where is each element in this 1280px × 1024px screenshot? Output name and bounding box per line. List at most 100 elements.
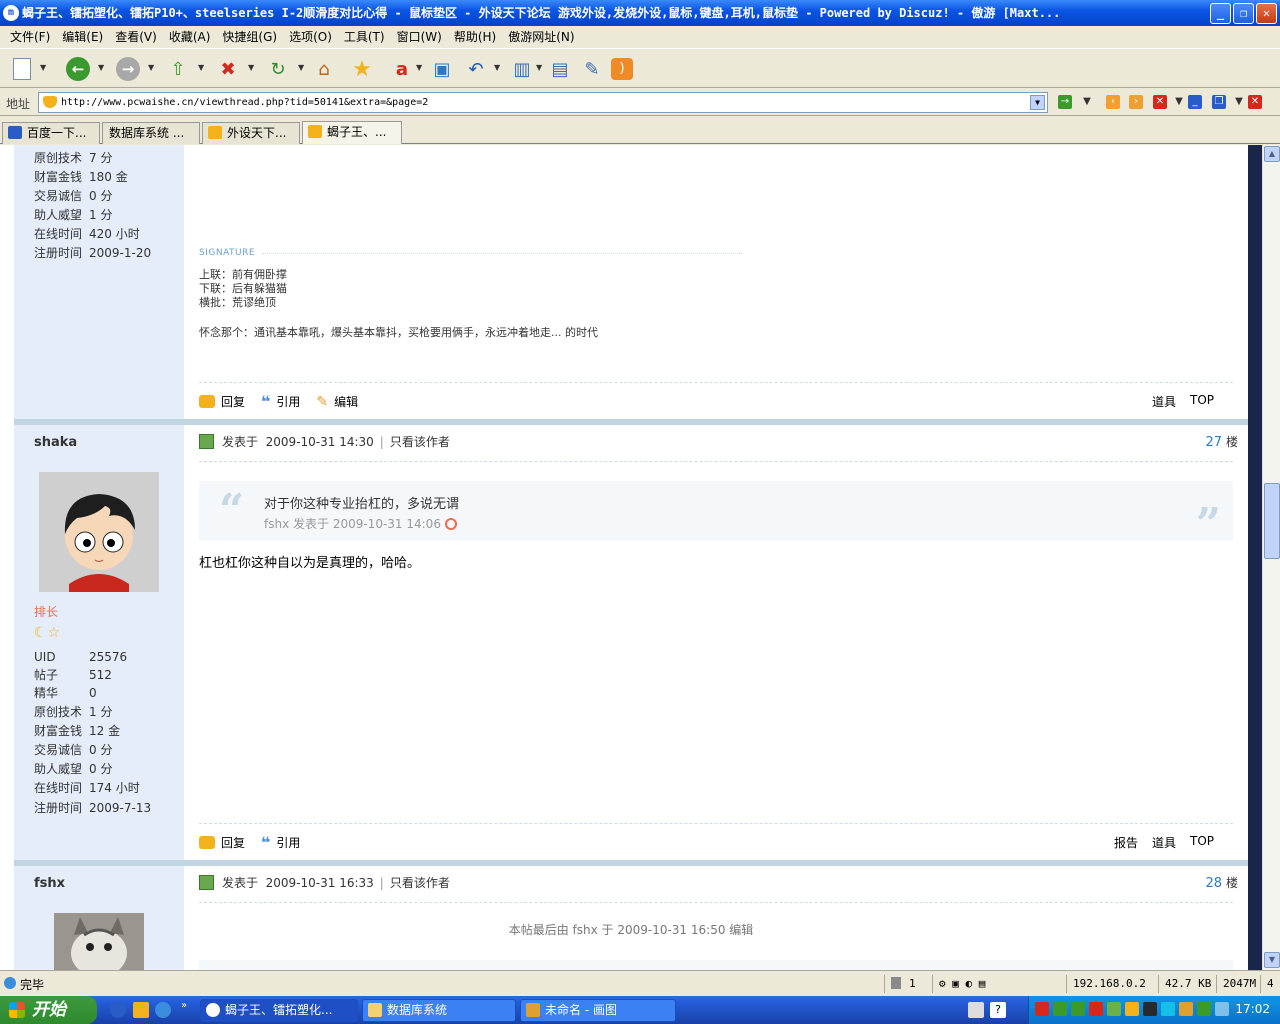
- quote-button[interactable]: ❝ 引用: [261, 392, 300, 411]
- close-tab-icon[interactable]: ✕: [1153, 95, 1167, 109]
- refresh-dropdown-icon[interactable]: ▼: [298, 63, 304, 72]
- quicklaunch-app-icon[interactable]: [133, 1002, 149, 1018]
- menu-quick-group[interactable]: 快捷组(G): [216, 28, 283, 45]
- ie-quicklaunch-icon[interactable]: [155, 1002, 171, 1018]
- start-button[interactable]: 开始: [0, 996, 97, 1024]
- quicklaunch-more-icon[interactable]: »: [181, 1000, 187, 1011]
- tray-security-icon[interactable]: [1035, 1002, 1049, 1016]
- menu-help[interactable]: 帮助(H): [448, 28, 502, 45]
- tray-antivirus-icon[interactable]: [1089, 1002, 1103, 1016]
- tab-current-thread[interactable]: 蝎子王、...: [302, 121, 402, 144]
- tools-icon[interactable]: ▥: [508, 55, 536, 83]
- notes-icon[interactable]: ✎: [578, 55, 606, 83]
- menu-file[interactable]: 文件(F): [4, 28, 56, 45]
- tray-nvidia-icon[interactable]: [1197, 1002, 1211, 1016]
- edit-button[interactable]: ✎ 编辑: [316, 393, 358, 410]
- url-input[interactable]: http://www.pcwaishe.cn/viewthread.php?ti…: [38, 92, 1048, 113]
- screenshot-icon[interactable]: ▣: [428, 55, 456, 83]
- top-link[interactable]: TOP: [1190, 834, 1214, 851]
- new-dropdown-icon[interactable]: ▼: [40, 63, 46, 72]
- translate-dropdown-icon[interactable]: ▼: [416, 63, 422, 72]
- vertical-scrollbar[interactable]: ▲ ▼: [1262, 145, 1280, 970]
- report-link[interactable]: 报告: [1114, 834, 1138, 851]
- tab-pcwaishe-forum[interactable]: 外设天下...: [202, 122, 300, 144]
- menu-tools[interactable]: 工具(T): [338, 28, 391, 45]
- only-author-link[interactable]: 只看该作者: [390, 876, 450, 890]
- quote-button[interactable]: ❝ 引用: [261, 833, 300, 852]
- task-browser[interactable]: 蝎子王、镭拓塑化...: [200, 999, 358, 1022]
- maxthon-quicklaunch-icon[interactable]: [110, 1002, 126, 1018]
- tray-app-icon[interactable]: [1107, 1002, 1121, 1016]
- tab-restore-dropdown-icon[interactable]: ▼: [1232, 95, 1246, 109]
- rss-icon[interactable]: ): [608, 55, 636, 83]
- tray-qq-icon[interactable]: [1161, 1002, 1175, 1016]
- undo-dropdown-icon[interactable]: ▼: [494, 63, 500, 72]
- reply-button[interactable]: 回复: [199, 834, 245, 851]
- undo-close-icon[interactable]: ↶: [462, 55, 490, 83]
- tray-shield-icon[interactable]: [1053, 1002, 1067, 1016]
- menu-edit[interactable]: 编辑(E): [56, 28, 109, 45]
- minimize-button[interactable]: _: [1210, 3, 1231, 24]
- close-button[interactable]: ✕: [1256, 3, 1277, 24]
- url-text[interactable]: http://www.pcwaishe.cn/viewthread.php?ti…: [61, 97, 428, 108]
- status-tool-icons[interactable]: ⚙ ▣ ◐ ▤: [932, 975, 1032, 993]
- menu-view[interactable]: 查看(V): [109, 28, 163, 45]
- menu-favorites[interactable]: 收藏(A): [163, 28, 217, 45]
- post2-username[interactable]: shaka: [34, 435, 77, 450]
- status-popup-count[interactable]: 1: [884, 975, 932, 993]
- task-paint[interactable]: 未命名 - 画图: [520, 999, 676, 1022]
- props-link[interactable]: 道具: [1152, 834, 1176, 851]
- props-link[interactable]: 道具: [1152, 393, 1176, 410]
- goto-post-icon[interactable]: [444, 518, 457, 530]
- maxthon-app-icon[interactable]: m: [3, 5, 19, 21]
- forward-dropdown-icon[interactable]: ▼: [148, 63, 154, 72]
- new-page-icon[interactable]: [8, 55, 36, 83]
- post3-floor[interactable]: 28 楼: [1205, 874, 1238, 891]
- reply-button[interactable]: 回复: [199, 393, 245, 410]
- back-icon[interactable]: ←: [64, 55, 92, 83]
- post2-avatar[interactable]: [39, 472, 159, 592]
- tab-database-system[interactable]: 数据库系统 ...: [102, 122, 200, 144]
- top-link[interactable]: TOP: [1190, 393, 1214, 410]
- go-dropdown-icon[interactable]: ▼: [1080, 95, 1094, 109]
- back-dropdown-icon[interactable]: ▼: [98, 63, 104, 72]
- post2-floor[interactable]: 27 楼: [1205, 433, 1238, 450]
- home-icon[interactable]: ⌂: [310, 55, 338, 83]
- url-dropdown-icon[interactable]: ▼: [1030, 95, 1045, 110]
- tray-monitor-icon[interactable]: [1143, 1002, 1157, 1016]
- tray-messenger-icon[interactable]: [1125, 1002, 1139, 1016]
- go-icon[interactable]: →: [1058, 95, 1072, 109]
- tray-network-icon[interactable]: [1071, 1002, 1085, 1016]
- favorites-star-icon[interactable]: ★: [348, 55, 376, 83]
- tab-minimize-icon[interactable]: _: [1188, 95, 1202, 109]
- help-icon[interactable]: ?: [990, 1002, 1006, 1018]
- menu-maxthon-urls[interactable]: 傲游网址(N): [502, 28, 580, 45]
- stop-icon[interactable]: ✖: [214, 55, 242, 83]
- menu-options[interactable]: 选项(O): [283, 28, 338, 45]
- tools-dropdown-icon[interactable]: ▼: [536, 63, 542, 72]
- sidebar-toggle-icon[interactable]: ▤: [546, 55, 574, 83]
- next-tab-icon[interactable]: ›: [1129, 95, 1143, 109]
- keyboard-icon[interactable]: [968, 1002, 984, 1018]
- tab-restore-icon[interactable]: ❐: [1212, 95, 1226, 109]
- tab-close-icon[interactable]: ✕: [1248, 95, 1262, 109]
- scroll-thumb[interactable]: [1264, 483, 1280, 559]
- menu-window[interactable]: 窗口(W): [391, 28, 448, 45]
- post3-username[interactable]: fshx: [34, 876, 65, 891]
- translate-icon[interactable]: a: [388, 55, 416, 83]
- scroll-down-icon[interactable]: ▼: [1264, 952, 1280, 968]
- tray-volume-icon[interactable]: [1215, 1002, 1229, 1016]
- up-dropdown-icon[interactable]: ▼: [198, 63, 204, 72]
- prev-tab-icon[interactable]: ‹: [1106, 95, 1120, 109]
- only-author-link[interactable]: 只看该作者: [390, 435, 450, 449]
- tray-tool-icon[interactable]: [1179, 1002, 1193, 1016]
- task-database-folder[interactable]: 数据库系统: [362, 999, 516, 1022]
- stop-dropdown-icon[interactable]: ▼: [248, 63, 254, 72]
- tab-baidu[interactable]: 百度一下...: [2, 122, 100, 144]
- close-tab-dropdown-icon[interactable]: ▼: [1172, 95, 1186, 109]
- refresh-icon[interactable]: ↻: [264, 55, 292, 83]
- scroll-up-icon[interactable]: ▲: [1264, 146, 1280, 162]
- taskbar-clock[interactable]: 17:02: [1235, 1002, 1270, 1016]
- forward-icon[interactable]: →: [114, 55, 142, 83]
- up-folder-icon[interactable]: ⇧: [164, 55, 192, 83]
